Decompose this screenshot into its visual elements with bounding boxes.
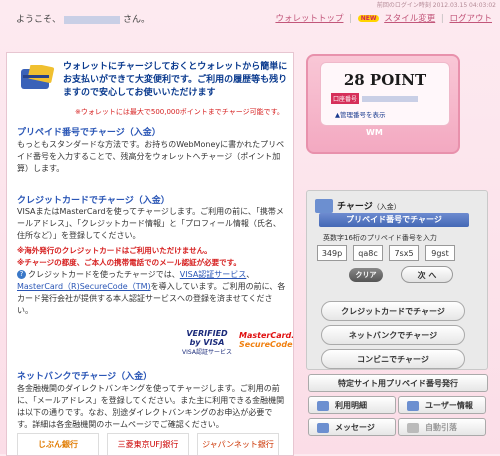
left-panel: ウォレットにチャージしておくとウォレットから簡単に お支払いができて大変便利です… <box>6 52 294 456</box>
visa-logo-line: by VISA <box>189 338 225 347</box>
header: 前回のログイン時刻 2012.03.15 04:03:02 ようこそ、 さん。 ウ… <box>0 0 500 25</box>
help-icon: ? <box>17 270 26 279</box>
credit-section-title: クレジットカードでチャージ（入金） <box>17 196 170 206</box>
new-badge: NEW <box>357 15 380 22</box>
wallet-card-icon <box>21 65 55 89</box>
management-number-label: 口座番号 <box>331 93 360 104</box>
card-display: 28 POINT 口座番号 ▲管理番号を表示 <box>320 62 450 126</box>
user-info-button[interactable]: ユーザー情報 <box>398 396 486 414</box>
intro-text: ウォレットにチャージしておくとウォレットから簡単に お支払いができて大変便利です… <box>63 61 289 100</box>
charge-title: チャージ（入金） <box>337 199 401 212</box>
mastercard-securecode-link[interactable]: MasterCard（R)SecureCode（TM) <box>17 282 151 291</box>
style-change-link[interactable]: スタイル変更 <box>384 14 435 24</box>
intro-line: ますので安心してお使いいただけます <box>63 88 216 98</box>
mc-logo-line: SecureCode. <box>239 340 294 349</box>
overseas-card-warning: ※海外発行のクレジットカードはご利用いただけません。 <box>17 246 212 255</box>
max-charge-note: ※ウォレットには最大で500,000ポイントまでチャージ可能です。 <box>75 108 284 116</box>
next-button[interactable]: 次 へ <box>401 266 453 283</box>
netbank-charge-button[interactable]: ネットバンクでチャージ <box>321 325 465 345</box>
logout-link[interactable]: ログアウト <box>449 14 492 24</box>
auto-debit-button[interactable]: 自動引落 <box>398 418 486 436</box>
japannet-bank-logo[interactable]: ジャパンネット銀行 <box>197 433 279 455</box>
link-separator: | <box>349 14 353 24</box>
masked-username <box>64 15 121 24</box>
secure-auth-note: ? クレジットカードを使ったチャージでは、VISA認証サービス、 MasterCar… <box>17 269 287 317</box>
point-balance: 28 POINT <box>343 71 427 89</box>
charge-icon <box>315 199 333 213</box>
usage-history-label: 利用明細 <box>335 401 367 410</box>
point-card: 28 POINT 口座番号 ▲管理番号を表示 WM <box>306 54 460 154</box>
visa-verified-logo: VERIFIED by VISA VISA認証サービス <box>179 329 235 356</box>
intro-line: ウォレットにチャージしておくとウォレットから簡単に <box>63 62 288 72</box>
mastercard-securecode-logo: MasterCard. SecureCode. <box>239 331 294 349</box>
charge-title-sub: （入金） <box>372 203 401 211</box>
wallet-top-link[interactable]: ウォレットトップ <box>275 14 343 24</box>
visa-auth-link[interactable]: VISA認証サービス <box>180 270 247 279</box>
clear-button[interactable]: クリア <box>349 268 383 282</box>
prepaid-code-field-3[interactable]: 7sx5 <box>389 245 419 261</box>
prepaid-code-field-2[interactable]: qa8c <box>353 245 383 261</box>
last-login-time: 前回のログイン時刻 2012.03.15 04:03:02 <box>376 2 496 9</box>
charge-title-main: チャージ <box>337 202 373 212</box>
message-button[interactable]: メッセージ <box>308 418 396 436</box>
note-prefix: クレジットカードを使ったチャージでは、 <box>28 270 180 279</box>
user-icon <box>407 400 419 411</box>
convenience-store-charge-button[interactable]: コンビニでチャージ <box>321 349 465 369</box>
link-separator: | <box>440 14 444 24</box>
visa-logo-line: VERIFIED <box>186 329 228 338</box>
prepaid-input-hint: 英数字16桁のプリペイド番号を入力 <box>323 234 437 242</box>
auto-debit-icon <box>407 422 419 433</box>
auto-debit-label: 自動引落 <box>425 423 457 432</box>
netbank-section-text: 各金融機関のダイレクトバンキングを使ってチャージします。ご利用の前に、「メールア… <box>17 384 285 429</box>
masked-management-number <box>361 95 418 102</box>
greeting: ようこそ、 さん。 <box>16 12 150 25</box>
charge-panel: チャージ（入金） プリペイド番号でチャージ 英数字16桁のプリペイド番号を入力 … <box>306 190 488 370</box>
prepaid-charge-header: プリペイド番号でチャージ <box>319 213 469 227</box>
prepaid-code-field-4[interactable]: 9gst <box>425 245 455 261</box>
mc-logo-line: MasterCard. <box>239 331 294 340</box>
intro-box: ウォレットにチャージしておくとウォレットから簡単に お支払いができて大変便利です… <box>19 61 289 116</box>
show-management-number-link[interactable]: ▲管理番号を表示 <box>335 109 386 119</box>
mail-icon <box>317 422 329 433</box>
credit-section-text: VISAまたはMasterCardを使ってチャージします。ご利用の前に、「携帯メ… <box>17 207 284 240</box>
visa-logo-caption: VISA認証サービス <box>182 349 232 356</box>
greeting-suffix: さん。 <box>123 15 151 25</box>
statement-icon <box>317 400 329 411</box>
prepaid-section-title: プリペイド番号でチャージ（入金） <box>17 128 161 138</box>
user-info-label: ユーザー情報 <box>425 401 473 410</box>
issue-site-prepaid-button[interactable]: 特定サイト用プリペイド番号発行 <box>308 374 488 392</box>
jibun-bank-logo[interactable]: じぶん銀行 <box>17 433 99 455</box>
prepaid-section-text: もっともスタンダードな方法です。お持ちのWebMoneyに書かれたプリペイド番号… <box>17 140 285 173</box>
credit-card-charge-button[interactable]: クレジットカードでチャージ <box>321 301 465 321</box>
usage-history-button[interactable]: 利用明細 <box>308 396 396 414</box>
card-logo: WM <box>366 128 383 137</box>
top-links: ウォレットトップ | NEW スタイル変更 | ログアウト <box>275 12 492 24</box>
greeting-prefix: ようこそ、 <box>16 15 62 25</box>
mail-auth-warning: ※チャージの都度、ご本人の携帯電話でのメール認証が必要です。 <box>17 258 241 267</box>
intro-line: お支払いができて大変便利です。ご利用の履歴等も残り <box>63 75 288 85</box>
management-number: 口座番号 <box>331 93 439 104</box>
prepaid-code-field-1[interactable]: 349p <box>317 245 347 261</box>
link-separator: 、 <box>246 270 255 279</box>
mufj-bank-logo[interactable]: 三菱東京UFJ銀行 <box>107 433 189 455</box>
message-label: メッセージ <box>335 423 375 432</box>
netbank-section-title: ネットバンクでチャージ（入金） <box>17 372 153 382</box>
